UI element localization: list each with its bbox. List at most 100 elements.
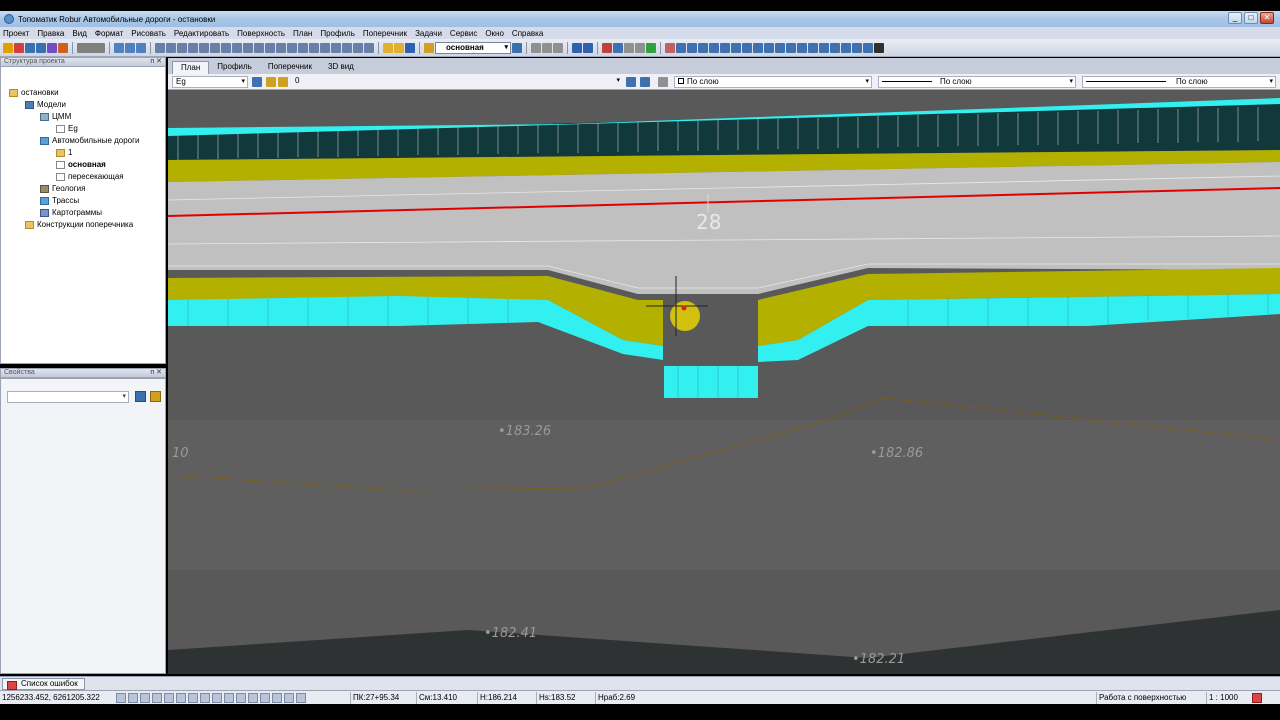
quick-props-icon[interactable]	[236, 693, 246, 703]
menu-item-service[interactable]: Сервис	[450, 29, 477, 38]
snap-l-icon[interactable]	[797, 42, 807, 53]
properties-panel-controls[interactable]: ᴨ ✕	[150, 369, 162, 377]
tree-node-cross-structures[interactable]: Конструкции поперечника	[25, 219, 133, 230]
region-icon[interactable]	[342, 42, 352, 53]
lineweight-toggle-icon[interactable]	[188, 693, 198, 703]
status-mode[interactable]: Работа с поверхностью	[1096, 692, 1204, 704]
layer-dropdown[interactable]: основная	[435, 41, 511, 54]
snap-n-icon[interactable]	[819, 42, 829, 53]
model-toggle-icon[interactable]	[200, 693, 210, 703]
rotate-icon[interactable]	[265, 42, 275, 53]
rectangle-icon[interactable]	[221, 42, 231, 53]
snap-r-icon[interactable]	[863, 42, 873, 53]
menu-item-window[interactable]: Окно	[485, 29, 504, 38]
tree-node-root[interactable]: остановки	[9, 87, 59, 98]
tree-node-crossing[interactable]: пересекающая	[56, 171, 124, 182]
menu-item-surface[interactable]: Поверхность	[237, 29, 285, 38]
menu-item-modify[interactable]: Редактировать	[174, 29, 229, 38]
layer-visibility-icon[interactable]	[252, 77, 262, 87]
snap-k-icon[interactable]	[786, 42, 796, 53]
lock-icon[interactable]	[284, 693, 294, 703]
menu-item-help[interactable]: Справка	[512, 29, 543, 38]
tab-cross-section[interactable]: Поперечник	[260, 61, 320, 74]
drawing-canvas[interactable]: 28 •183.26 •182.86 •182.41 •182.21 10	[168, 90, 1280, 674]
snap-q-icon[interactable]	[852, 42, 862, 53]
layer-tool-b-icon[interactable]	[640, 77, 650, 87]
layer-tool-c-icon[interactable]	[658, 77, 668, 87]
tab-profile[interactable]: Профиль	[209, 61, 260, 74]
snap-e-icon[interactable]	[720, 42, 730, 53]
cancel-tool-icon[interactable]	[14, 42, 24, 53]
menu-item-project[interactable]: Проект	[3, 29, 29, 38]
menu-item-format[interactable]: Формат	[95, 29, 123, 38]
snap-f-icon[interactable]	[731, 42, 741, 53]
globe-icon[interactable]	[646, 42, 656, 53]
tree-node-routes[interactable]: Трассы	[40, 195, 79, 206]
polyline-icon[interactable]	[166, 42, 176, 53]
text-style-icon[interactable]	[47, 42, 57, 53]
project-panel-controls[interactable]: ᴨ ✕	[150, 58, 162, 66]
snap-a-icon[interactable]	[676, 42, 686, 53]
tree-node-cartograms[interactable]: Картограммы	[40, 207, 102, 218]
dyn-toggle-icon[interactable]	[212, 693, 222, 703]
tree-node-folder-1[interactable]: 1	[56, 147, 72, 158]
snap-p-icon[interactable]	[841, 42, 851, 53]
clean-screen-icon[interactable]	[296, 693, 306, 703]
zoom-icon[interactable]	[136, 42, 146, 53]
menu-item-plan[interactable]: План	[293, 29, 312, 38]
tool-b-icon[interactable]	[613, 42, 623, 53]
tool-a-icon[interactable]	[602, 42, 612, 53]
snap-o-icon[interactable]	[830, 42, 840, 53]
color-select[interactable]: По слою ▾	[674, 76, 872, 88]
layer-light-icon[interactable]	[266, 77, 276, 87]
snap-j-icon[interactable]	[775, 42, 785, 53]
circle-icon[interactable]	[243, 42, 253, 53]
hatch-icon[interactable]	[298, 42, 308, 53]
move-icon[interactable]	[276, 42, 286, 53]
image-icon[interactable]	[309, 42, 319, 53]
selection-cycle-icon[interactable]	[248, 693, 258, 703]
tree-node-geology[interactable]: Геология	[40, 183, 85, 194]
workspace-icon[interactable]	[272, 693, 282, 703]
menu-item-cross-section[interactable]: Поперечник	[363, 29, 407, 38]
tree-node-models[interactable]: Модели	[25, 99, 66, 110]
tree-node-roads[interactable]: Автомобильные дороги	[40, 135, 140, 146]
spline-icon[interactable]	[177, 42, 187, 53]
properties-object-select[interactable]	[7, 391, 129, 403]
error-list-tab[interactable]: Список ошибок	[2, 678, 85, 690]
snap-b-icon[interactable]	[687, 42, 697, 53]
menu-item-edit[interactable]: Правка	[37, 29, 64, 38]
layer-select[interactable]: 0 ▾	[292, 76, 622, 88]
layer-tool-a-icon[interactable]	[626, 77, 636, 87]
menu-item-tasks[interactable]: Задачи	[415, 29, 442, 38]
save-icon[interactable]	[405, 42, 415, 53]
tool-d-icon[interactable]	[635, 42, 645, 53]
tab-plan[interactable]: План	[172, 61, 210, 74]
measure-icon[interactable]	[665, 42, 675, 53]
menu-item-view[interactable]: Вид	[72, 29, 86, 38]
redo-icon[interactable]	[583, 42, 593, 53]
line-icon[interactable]	[155, 42, 165, 53]
paste-icon[interactable]	[553, 42, 563, 53]
snap-s-icon[interactable]	[874, 42, 884, 53]
polygon-icon[interactable]	[210, 42, 220, 53]
folder-icon[interactable]	[394, 42, 404, 53]
info-icon[interactable]	[135, 391, 146, 402]
close-button[interactable]: ✕	[1260, 12, 1274, 24]
arc-icon[interactable]	[199, 42, 209, 53]
tool-c-icon[interactable]	[624, 42, 634, 53]
ucs-toggle-icon[interactable]	[224, 693, 234, 703]
osnap-toggle-icon[interactable]	[164, 693, 174, 703]
ellipse-icon[interactable]	[254, 42, 264, 53]
snap-d-icon[interactable]	[709, 42, 719, 53]
menu-item-profile[interactable]: Профиль	[320, 29, 355, 38]
minimize-button[interactable]: _	[1228, 12, 1242, 24]
snap-tool-icon[interactable]	[36, 42, 46, 53]
list-tool-icon[interactable]	[25, 42, 35, 53]
grid-toggle-icon[interactable]	[116, 693, 126, 703]
layer-props-icon[interactable]	[512, 42, 522, 53]
tree-node-dtm[interactable]: ЦММ	[40, 111, 71, 122]
polar-toggle-icon[interactable]	[152, 693, 162, 703]
snap-i-icon[interactable]	[764, 42, 774, 53]
snap-c-icon[interactable]	[698, 42, 708, 53]
